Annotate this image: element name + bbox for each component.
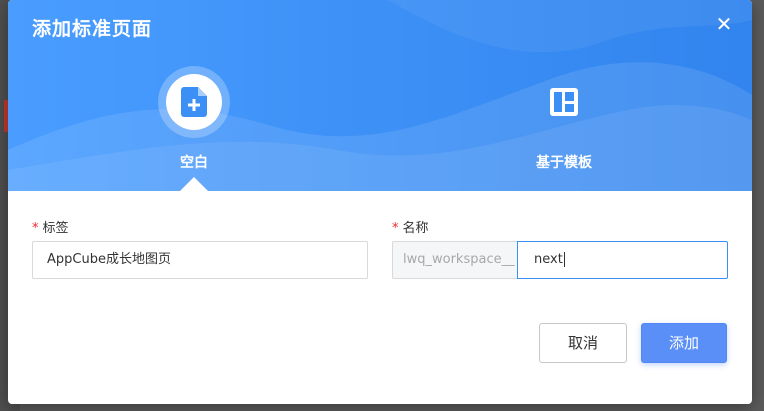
add-button[interactable]: 添加 [641,323,727,363]
page-type-blank[interactable]: 空白 [158,66,230,172]
cancel-button[interactable]: 取消 [539,323,627,363]
add-standard-page-dialog: 添加标准页面 ✕ 空白 基于模板 * 标签 AppCube成长地图页 * 名称 … [8,0,752,404]
text-cursor [563,252,565,267]
name-label-text: 名称 [402,221,429,236]
name-prefix-addon: lwq_workspace__ [392,241,518,279]
name-input[interactable]: next [517,241,728,279]
name-field-label: * 名称 [392,217,429,236]
tag-input[interactable]: AppCube成长地图页 [32,241,368,279]
template-icon-box [528,66,600,138]
name-input-value: next [534,252,563,267]
dialog-title: 添加标准页面 [32,18,153,40]
page-type-blank-label: 空白 [180,155,208,171]
template-layout-icon [550,88,578,116]
page-type-template[interactable]: 基于模板 [528,66,600,172]
close-icon[interactable]: ✕ [714,14,734,34]
required-mark: * [392,221,399,236]
tag-label-text: 标签 [42,221,69,236]
dialog-header: 添加标准页面 ✕ 空白 基于模板 [8,0,752,191]
page-type-template-label: 基于模板 [536,155,592,171]
tag-field-label: * 标签 [32,217,69,236]
blank-icon-disc [166,74,222,130]
selection-caret [180,177,208,191]
blank-page-plus-icon [181,87,207,117]
required-mark: * [32,221,39,236]
selected-ring [158,66,230,138]
